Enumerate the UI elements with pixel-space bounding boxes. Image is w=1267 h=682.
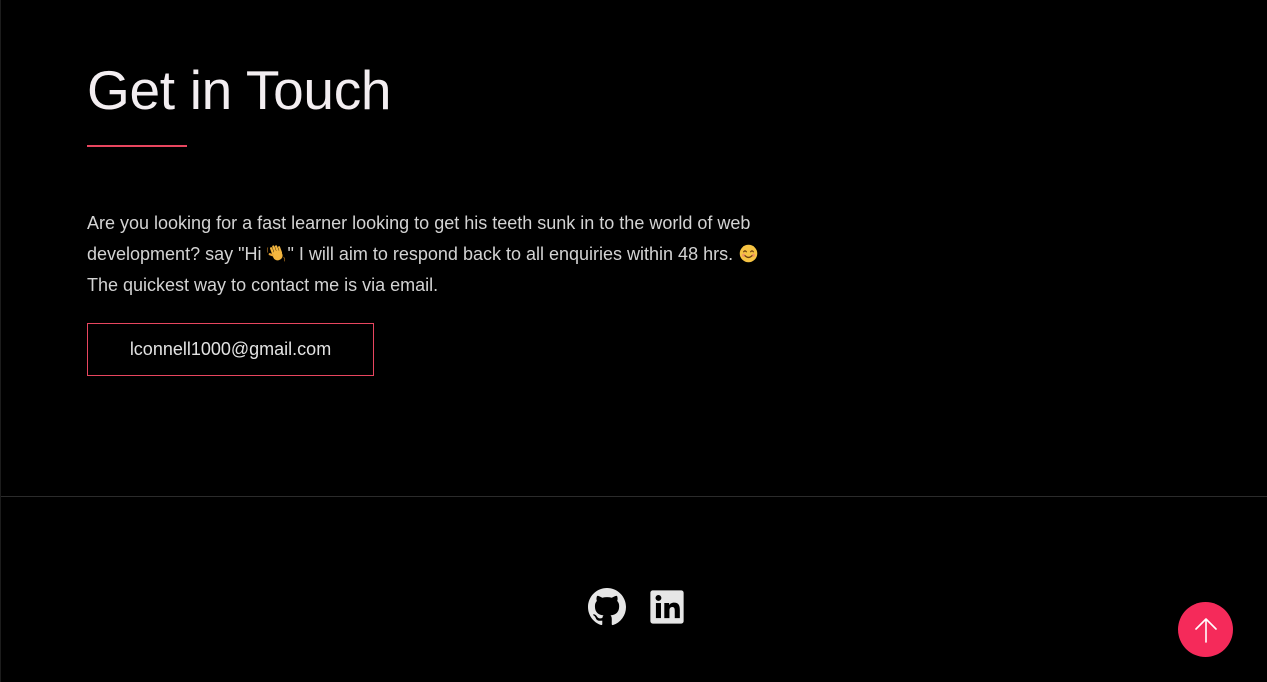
intro-text: Are you looking for a fast learner looki… xyxy=(87,208,787,301)
intro-line-3: The quickest way to contact me is via em… xyxy=(87,275,439,295)
title-underline xyxy=(87,145,187,147)
intro-line-1: Are you looking for a fast learner looki… xyxy=(87,213,751,233)
arrow-up-icon xyxy=(1194,617,1217,643)
smiling-face-icon xyxy=(739,244,758,263)
contact-section: Get in Touch Are you looking for a fast … xyxy=(1,0,1267,496)
intro-line-2: development? say "Hi " I will aim to res… xyxy=(87,239,787,270)
intro-line-2-start: development? say "Hi xyxy=(87,244,267,264)
linkedin-icon xyxy=(650,590,684,624)
email-label: lconnell1000@gmail.com xyxy=(129,339,332,359)
github-icon xyxy=(588,588,626,626)
scroll-to-top-button[interactable] xyxy=(1178,602,1233,657)
waving-hand-icon xyxy=(267,245,286,262)
github-link[interactable] xyxy=(588,588,626,626)
email-button[interactable]: lconnell1000@gmail.com xyxy=(87,323,374,376)
page-title: Get in Touch xyxy=(87,59,392,121)
linkedin-link[interactable] xyxy=(648,588,686,626)
intro-line-2-end: " I will aim to respond back to all enqu… xyxy=(287,244,739,264)
footer xyxy=(1,497,1267,682)
